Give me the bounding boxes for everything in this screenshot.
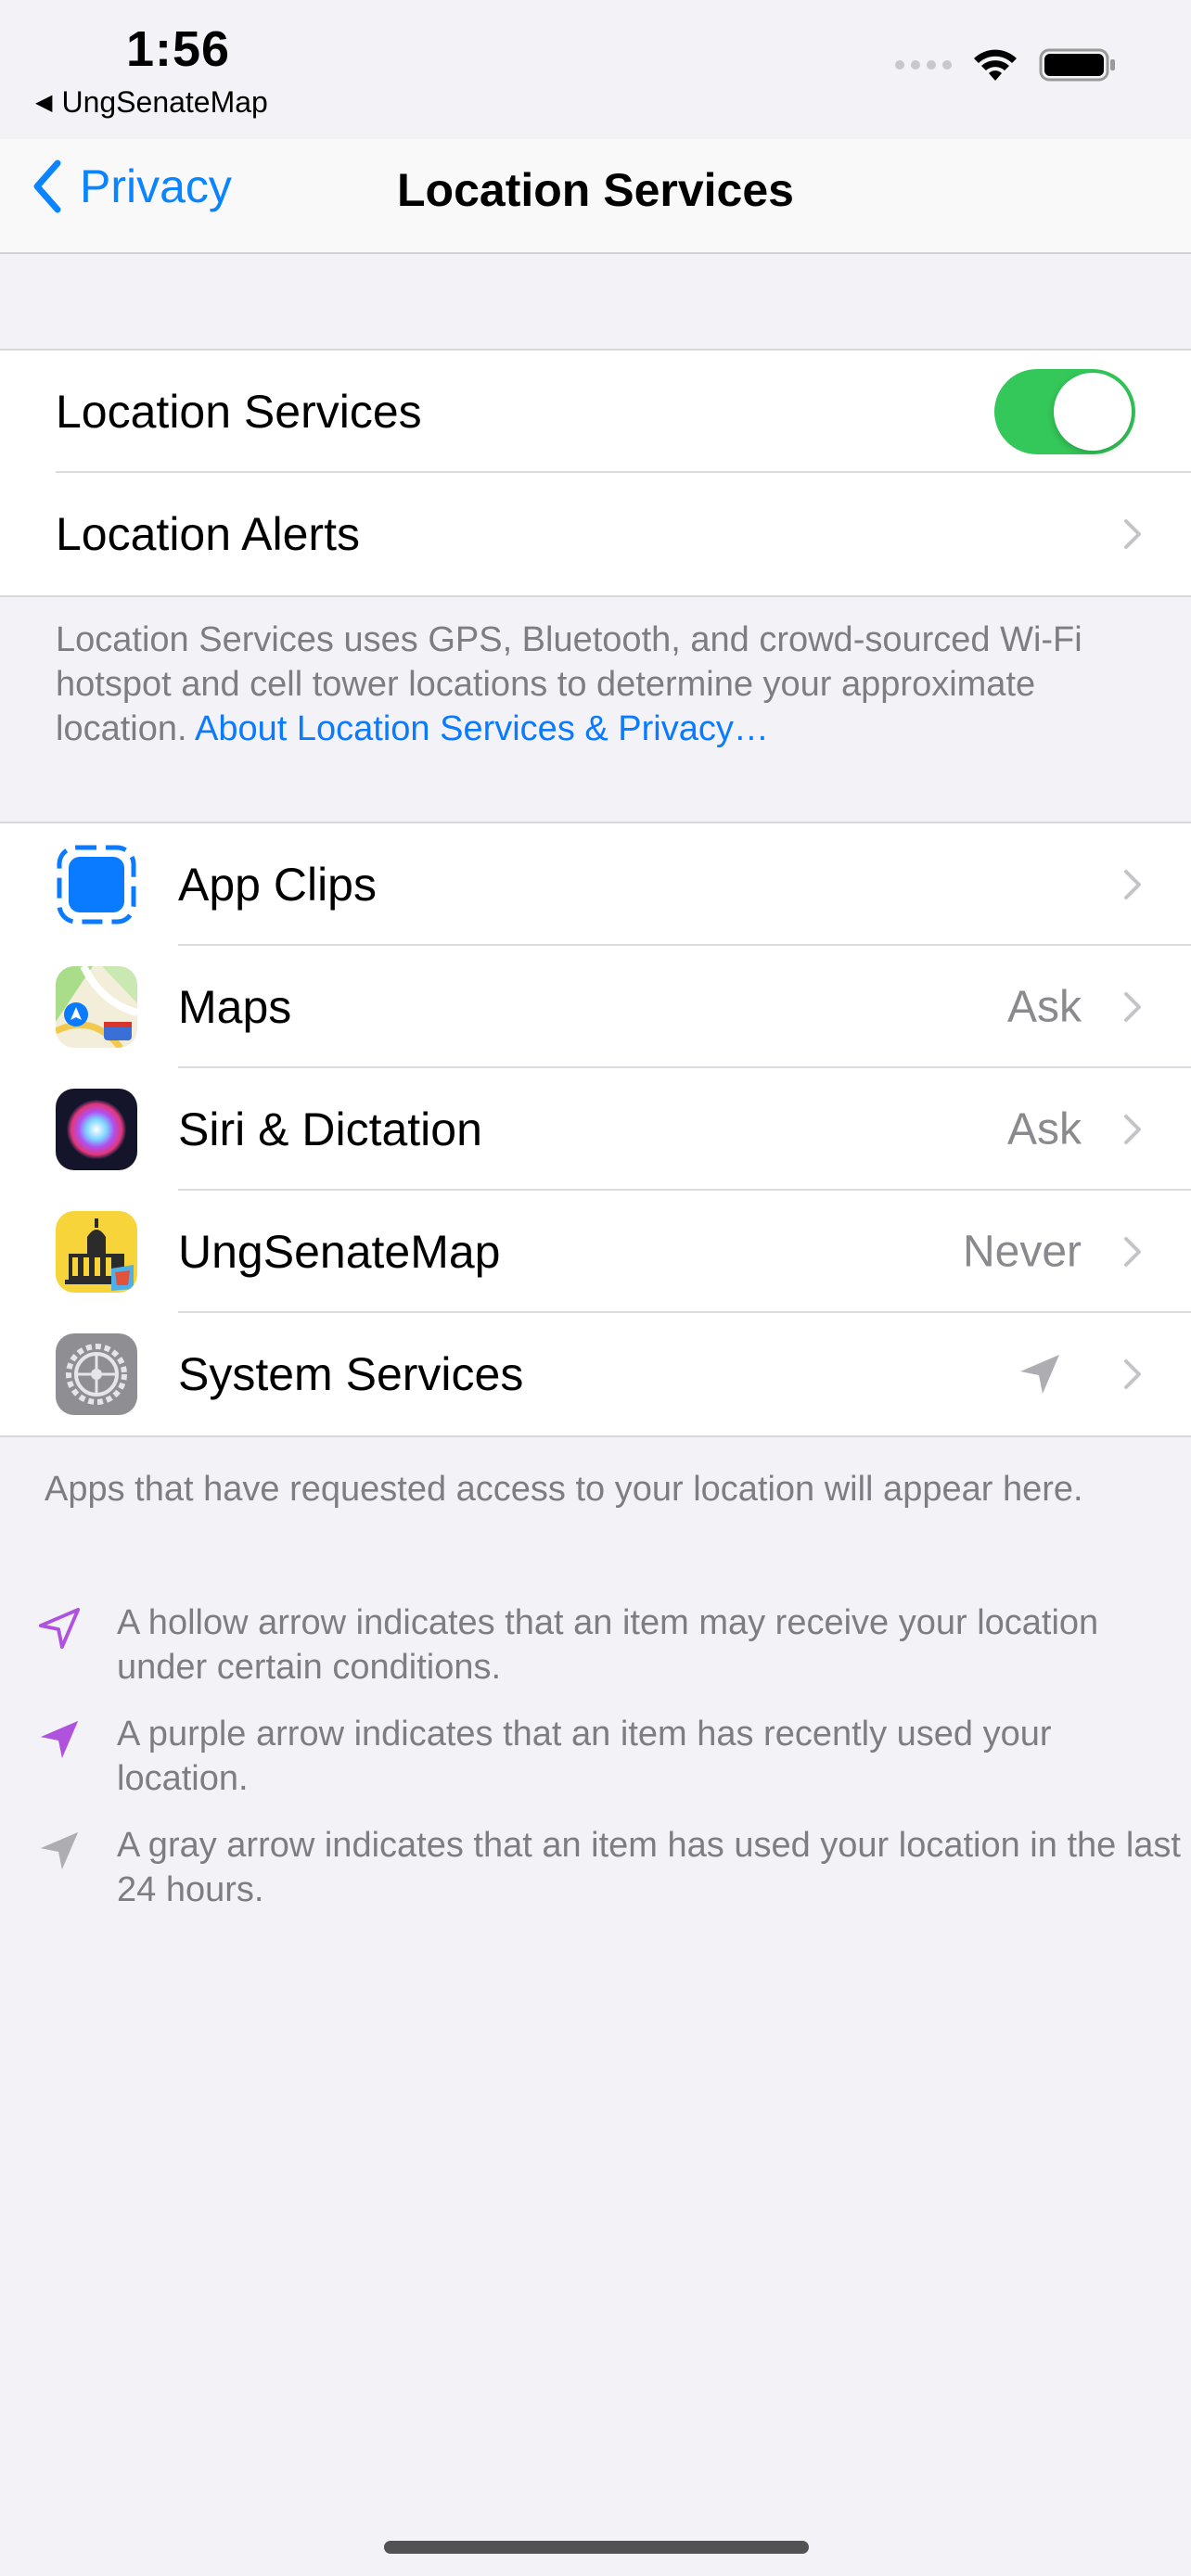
back-to-app-link[interactable]: ◀ UngSenateMap [35,85,268,120]
navigation-bar: Privacy Location Services [0,139,1191,254]
status-indicators [895,46,1117,83]
hollow-arrow-icon [38,1607,81,1650]
app-status-value: Never [962,1227,1082,1277]
legend-gray-arrow: A gray arrow indicates that an item has … [37,1823,1184,1912]
legend-text: A hollow arrow indicates that an item ma… [117,1603,1099,1687]
home-indicator[interactable] [384,2541,809,2554]
location-services-toggle[interactable] [994,369,1135,454]
app-label: System Services [178,1348,524,1400]
chevron-right-icon [1124,1359,1141,1389]
list-item-siri-dictation[interactable]: Siri & Dictation Ask [0,1068,1191,1191]
location-alerts-row[interactable]: Location Alerts [0,473,1191,595]
legend-purple-arrow: A purple arrow indicates that an item ha… [37,1712,1184,1801]
legend-hollow-arrow: A hollow arrow indicates that an item ma… [37,1600,1184,1690]
app-label: App Clips [178,859,377,911]
app-label: Maps [178,981,292,1033]
back-app-label: UngSenateMap [61,85,268,119]
location-services-description: Location Services uses GPS, Bluetooth, a… [56,618,1150,751]
gray-arrow-icon [40,1831,79,1870]
toggle-knob [1054,373,1132,451]
status-time: 1:56 [126,21,231,77]
gray-location-arrow-icon [1020,1355,1059,1394]
legend-text: A gray arrow indicates that an item has … [117,1826,1181,1909]
siri-icon [56,1089,137,1170]
list-item-system-services[interactable]: System Services [0,1313,1191,1435]
list-item-app-clips[interactable]: App Clips [0,823,1191,946]
back-triangle-icon: ◀ [35,90,53,115]
app-clips-icon [56,844,137,925]
list-item-ungsenatemap[interactable]: UngSenateMap Never [0,1191,1191,1313]
location-services-row: Location Services [0,351,1191,473]
chevron-right-icon [1124,870,1141,899]
app-label: Siri & Dictation [178,1103,482,1155]
wifi-icon [974,49,1017,81]
ungsenatemap-icon [56,1211,137,1293]
apps-footer-intro: Apps that have requested access to your … [45,1470,1083,1509]
chevron-right-icon [1124,1115,1141,1144]
app-list-group: App Clips Maps Ask Siri & Dictation Ask … [0,822,1191,1437]
legend-text: A purple arrow indicates that an item ha… [117,1715,1052,1798]
location-settings-group: Location Services Location Alerts [0,349,1191,597]
settings-gear-icon [56,1333,137,1415]
about-location-privacy-link[interactable]: About Location Services & Privacy… [195,709,769,748]
cellular-signal-icon [895,60,952,70]
purple-arrow-icon [40,1720,79,1759]
location-services-label: Location Services [56,386,422,438]
page-title: Location Services [397,164,794,216]
status-bar: 1:56 ◀ UngSenateMap [0,0,1191,139]
battery-icon [1039,48,1115,82]
chevron-right-icon [1124,519,1141,549]
list-item-maps[interactable]: Maps Ask [0,946,1191,1068]
location-alerts-label: Location Alerts [56,508,360,560]
chevron-right-icon [1124,1237,1141,1267]
app-status-value: Ask [1006,1104,1082,1154]
app-label: UngSenateMap [178,1226,501,1278]
app-status-value: Ask [1006,982,1082,1032]
chevron-right-icon [1124,992,1141,1022]
maps-icon [56,966,137,1048]
